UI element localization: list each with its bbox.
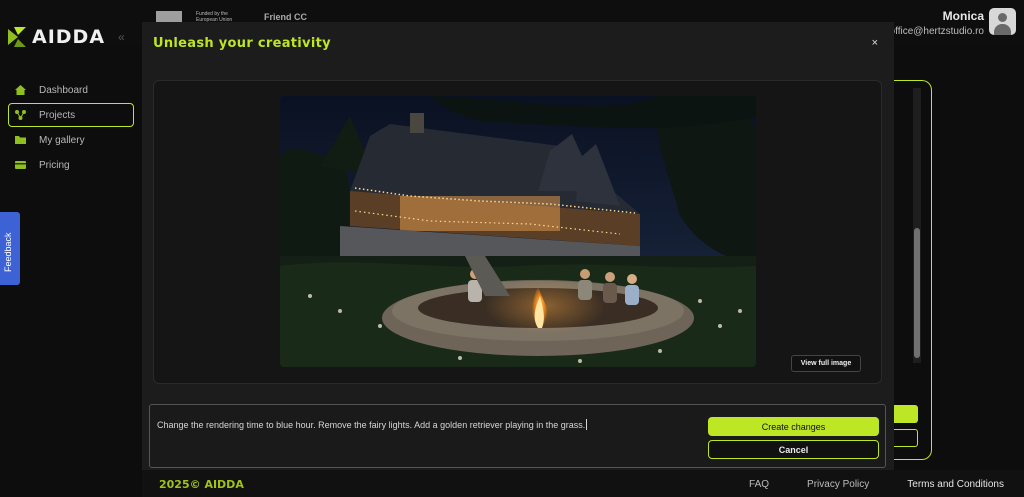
folder-icon (15, 136, 26, 144)
sidebar-item-label: Projects (39, 109, 76, 121)
sidebar-item-projects[interactable]: Projects (8, 103, 134, 127)
user-info[interactable]: Monica office@hertzstudio.ro (890, 9, 984, 37)
copyright: 2025© AIDDA (159, 478, 244, 491)
partner-logo: Friend CC (264, 12, 308, 22)
sidebar-item-pricing[interactable]: Pricing (8, 153, 134, 177)
sidebar-item-label: Dashboard (39, 84, 88, 96)
nodes-icon (15, 110, 26, 120)
user-avatar-icon[interactable] (989, 8, 1016, 35)
rendered-image (280, 96, 756, 367)
sidebar-item-dashboard[interactable]: Dashboard (8, 78, 134, 102)
text-caret (586, 419, 588, 430)
creativity-modal: Unleash your creativity × View full imag… (142, 22, 894, 470)
sidebar: Dashboard Projects My gallery Pricing (0, 78, 140, 178)
create-changes-button[interactable]: Create changes (708, 417, 879, 436)
app-logo[interactable]: AIDDA (8, 26, 105, 48)
collapse-sidebar-icon[interactable]: « (118, 30, 125, 44)
sidebar-item-label: My gallery (39, 134, 85, 146)
aidda-logo-icon (8, 27, 26, 47)
background-secondary-button (894, 429, 918, 447)
panel-scrollbar-thumb[interactable] (914, 228, 920, 358)
background-primary-button (894, 405, 918, 423)
image-preview-frame (153, 80, 882, 384)
user-email: office@hertzstudio.ro (889, 26, 984, 37)
card-icon (15, 161, 26, 169)
footer-links: FAQ Privacy Policy Terms and Conditions (749, 479, 1004, 490)
prompt-text: Change the rendering time to blue hour. … (157, 419, 588, 430)
home-icon (15, 85, 26, 95)
cancel-button[interactable]: Cancel (708, 440, 879, 459)
footer: 2025© AIDDA FAQ Privacy Policy Terms and… (142, 470, 1024, 497)
feedback-label: Feedback (3, 232, 13, 272)
sidebar-item-my-gallery[interactable]: My gallery (8, 128, 134, 152)
app-name: AIDDA (32, 26, 106, 48)
user-name: Monica (942, 9, 984, 23)
view-full-image-button[interactable]: View full image (791, 355, 861, 372)
sidebar-item-label: Pricing (39, 159, 70, 171)
modal-title: Unleash your creativity (153, 36, 331, 51)
faq-link[interactable]: FAQ (749, 479, 769, 490)
privacy-policy-link[interactable]: Privacy Policy (807, 479, 869, 490)
feedback-tab[interactable]: Feedback (0, 212, 20, 285)
close-icon[interactable]: × (872, 37, 878, 49)
terms-link[interactable]: Terms and Conditions (907, 479, 1004, 490)
